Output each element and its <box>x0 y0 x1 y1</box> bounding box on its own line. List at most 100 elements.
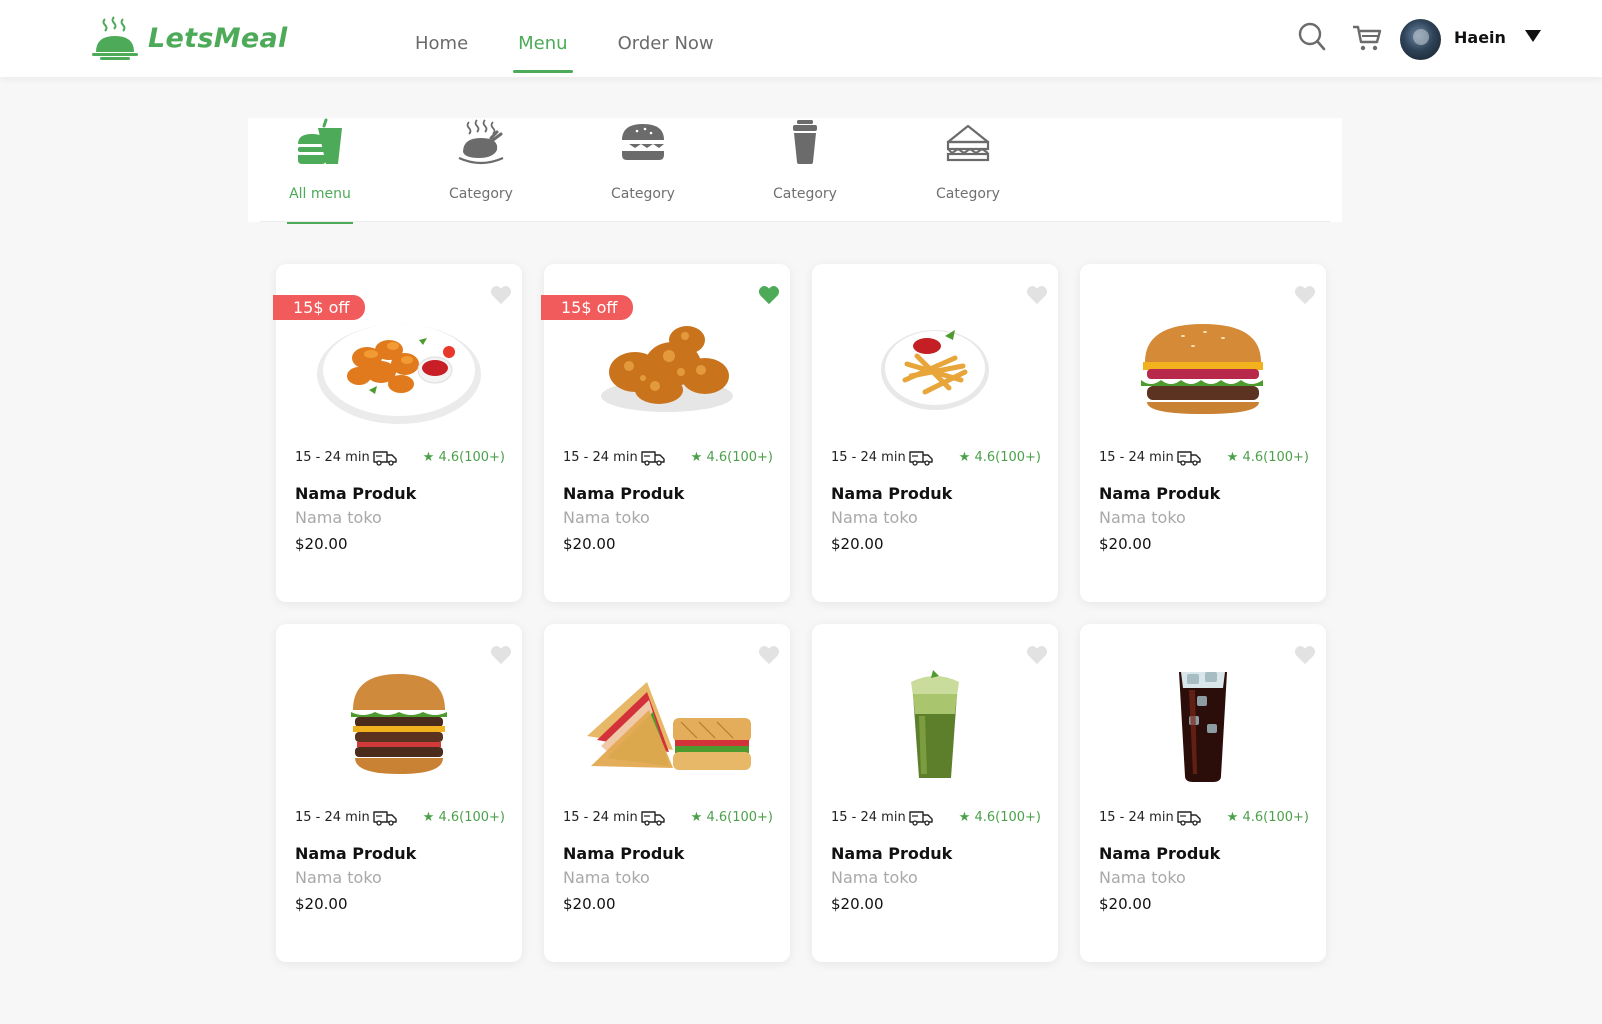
delivery-time: 15 - 24 min <box>563 450 638 465</box>
rating: ★ 4.6(100+) <box>959 450 1041 465</box>
product-meta: 15 - 24 min ★ 4.6(100+) <box>563 810 773 828</box>
product-meta: 15 - 24 min ★ 4.6(100+) <box>1099 450 1309 468</box>
heart-icon[interactable] <box>758 644 780 666</box>
heart-icon[interactable] <box>490 284 512 306</box>
delivery-time: 15 - 24 min <box>563 810 638 825</box>
product-card[interactable]: 15$ off 15 - 24 min ★ 4.6(100+) Nama Pro… <box>541 264 790 602</box>
product-card[interactable]: 15 - 24 min ★ 4.6(100+) Nama Produk Nama … <box>812 264 1058 602</box>
delivery-time: 15 - 24 min <box>1099 450 1174 465</box>
product-image <box>845 306 1025 426</box>
search-icon[interactable] <box>1298 22 1326 52</box>
nav-menu[interactable]: Menu <box>493 0 592 77</box>
category-tab-2[interactable]: Category <box>426 118 536 222</box>
product-name: Nama Produk <box>831 484 953 503</box>
heart-icon[interactable] <box>1294 644 1316 666</box>
top-navbar: LetsMeal Home Menu Order Now Haein <box>0 0 1602 77</box>
category-label: All menu <box>289 186 351 202</box>
category-tab-3[interactable]: Category <box>588 118 698 222</box>
category-label: Category <box>611 186 675 202</box>
category-label: Category <box>449 186 513 202</box>
rating: ★ 4.6(100+) <box>423 450 505 465</box>
star-icon: ★ <box>690 810 703 825</box>
category-tab-all-menu[interactable]: All menu <box>265 118 375 224</box>
rating-value: 4.6(100+) <box>974 810 1041 825</box>
rating-value: 4.6(100+) <box>974 450 1041 465</box>
product-price: $20.00 <box>831 895 884 913</box>
delivery-truck-icon <box>1177 450 1201 470</box>
heart-icon[interactable] <box>1026 644 1048 666</box>
delivery-truck-icon <box>641 810 665 830</box>
rating: ★ 4.6(100+) <box>423 810 505 825</box>
rating: ★ 4.6(100+) <box>1227 450 1309 465</box>
store-name: Nama toko <box>831 508 918 527</box>
product-image <box>845 666 1025 786</box>
product-price: $20.00 <box>831 535 884 553</box>
store-name: Nama toko <box>1099 508 1186 527</box>
delivery-time: 15 - 24 min <box>295 810 370 825</box>
delivery-time: 15 - 24 min <box>831 810 906 825</box>
username[interactable]: Haein <box>1454 28 1506 47</box>
roast-chicken-icon <box>458 119 504 165</box>
product-card[interactable]: 15 - 24 min ★ 4.6(100+) Nama Produk Nama … <box>544 624 790 962</box>
product-meta: 15 - 24 min ★ 4.6(100+) <box>1099 810 1309 828</box>
heart-icon[interactable] <box>758 284 780 306</box>
product-name: Nama Produk <box>295 844 417 863</box>
product-meta: 15 - 24 min ★ 4.6(100+) <box>831 810 1041 828</box>
chevron-down-icon[interactable] <box>1525 30 1541 42</box>
product-card[interactable]: 15$ off 15 - 24 min ★ 4.6(100+) Nama Pro… <box>273 264 522 602</box>
delivery-time: 15 - 24 min <box>1099 810 1174 825</box>
delivery-truck-icon <box>1177 810 1201 830</box>
heart-icon[interactable] <box>1294 284 1316 306</box>
product-name: Nama Produk <box>831 844 953 863</box>
store-name: Nama toko <box>1099 868 1186 887</box>
star-icon: ★ <box>422 450 435 465</box>
star-icon: ★ <box>958 450 971 465</box>
product-price: $20.00 <box>1099 895 1152 913</box>
nav-home[interactable]: Home <box>390 0 493 77</box>
category-tab-5[interactable]: Category <box>913 118 1023 222</box>
avatar[interactable] <box>1400 19 1441 60</box>
category-label: Category <box>773 186 837 202</box>
product-name: Nama Produk <box>563 484 685 503</box>
product-image <box>309 306 489 426</box>
star-icon: ★ <box>422 810 435 825</box>
product-card[interactable]: 15 - 24 min ★ 4.6(100+) Nama Produk Nama … <box>812 624 1058 962</box>
store-name: Nama toko <box>295 508 382 527</box>
product-name: Nama Produk <box>1099 844 1221 863</box>
product-price: $20.00 <box>1099 535 1152 553</box>
category-tabs: All menu Category Category Category Cate… <box>248 118 1342 224</box>
product-card[interactable]: 15 - 24 min ★ 4.6(100+) Nama Produk Nama … <box>276 624 522 962</box>
product-price: $20.00 <box>563 895 616 913</box>
heart-icon[interactable] <box>490 644 512 666</box>
product-name: Nama Produk <box>295 484 417 503</box>
delivery-time: 15 - 24 min <box>295 450 370 465</box>
delivery-truck-icon <box>373 450 397 470</box>
product-image <box>1113 306 1293 426</box>
store-name: Nama toko <box>295 868 382 887</box>
rating-value: 4.6(100+) <box>438 810 505 825</box>
product-card[interactable]: 15 - 24 min ★ 4.6(100+) Nama Produk Nama … <box>1080 624 1326 962</box>
product-meta: 15 - 24 min ★ 4.6(100+) <box>831 450 1041 468</box>
product-meta: 15 - 24 min ★ 4.6(100+) <box>295 450 505 468</box>
store-name: Nama toko <box>831 868 918 887</box>
store-name: Nama toko <box>563 868 650 887</box>
rating-value: 4.6(100+) <box>1242 810 1309 825</box>
product-price: $20.00 <box>295 535 348 553</box>
product-image <box>309 666 489 786</box>
heart-icon[interactable] <box>1026 284 1048 306</box>
product-name: Nama Produk <box>1099 484 1221 503</box>
star-icon: ★ <box>1226 810 1239 825</box>
delivery-truck-icon <box>641 450 665 470</box>
logo[interactable]: LetsMeal <box>92 16 288 60</box>
rating-value: 4.6(100+) <box>706 810 773 825</box>
rating: ★ 4.6(100+) <box>691 810 773 825</box>
product-card[interactable]: 15 - 24 min ★ 4.6(100+) Nama Produk Nama … <box>1080 264 1326 602</box>
drink-cup-icon <box>793 120 817 164</box>
nav-order-now[interactable]: Order Now <box>593 0 739 77</box>
brand-name: LetsMeal <box>148 22 288 54</box>
rating-value: 4.6(100+) <box>1242 450 1309 465</box>
cart-icon[interactable] <box>1352 24 1382 52</box>
category-tab-4[interactable]: Category <box>750 118 860 222</box>
rating-value: 4.6(100+) <box>438 450 505 465</box>
food-cloche-icon <box>92 16 138 60</box>
